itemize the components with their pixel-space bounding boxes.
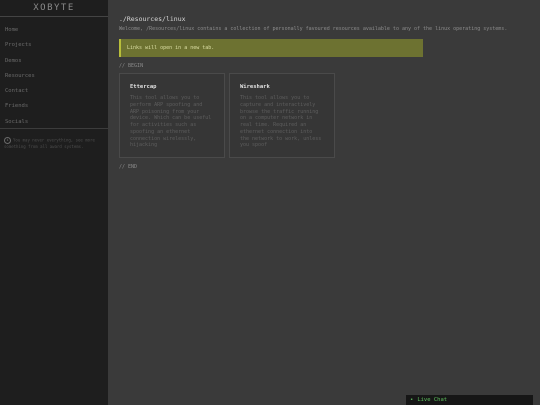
sidebar-item-demos[interactable]: Demos	[0, 54, 108, 69]
welcome-text: Welcome, /Resources/linux contains a col…	[119, 26, 508, 32]
sidebar: XOBYTE Home Projects Demos Resources Con…	[0, 0, 108, 405]
page-title: ./Resources/linux	[119, 15, 186, 23]
sidebar-item-home[interactable]: Home	[0, 23, 108, 38]
card-title: Wireshark	[240, 84, 270, 91]
end-marker: // END	[119, 164, 138, 171]
card-description: This tool allows you to capture and inte…	[240, 95, 322, 149]
info-icon: i	[4, 137, 11, 144]
sidebar-nav: Home Projects Demos Resources Contact Fr…	[0, 23, 108, 130]
sidebar-item-friends[interactable]: Friends	[0, 99, 108, 114]
sidebar-item-contact[interactable]: Contact	[0, 84, 108, 99]
site-logo[interactable]: XOBYTE	[0, 0, 108, 17]
info-alert: Links will open in a new tab.	[119, 39, 423, 58]
resource-cards: Ettercap This tool allows you to perform…	[119, 73, 531, 159]
sidebar-divider	[0, 128, 108, 129]
sidebar-note: i You may never everything, see more some…	[4, 137, 104, 150]
sidebar-item-projects[interactable]: Projects	[0, 38, 108, 53]
live-chat-label: Live Chat	[417, 397, 448, 403]
resource-card-wireshark[interactable]: Wireshark This tool allows you to captur…	[229, 73, 335, 159]
main-content: ./Resources/linux Welcome, /Resources/li…	[119, 14, 531, 171]
begin-marker: // BEGIN	[119, 63, 144, 70]
card-description: This tool allows you to perform ARP spoo…	[130, 95, 212, 149]
chat-dot-icon: •	[410, 397, 414, 403]
live-chat-button[interactable]: • Live Chat	[406, 395, 533, 405]
sidebar-note-text: You may never everything, see more somet…	[4, 137, 95, 150]
resource-card-ettercap[interactable]: Ettercap This tool allows you to perform…	[119, 73, 225, 159]
sidebar-item-resources[interactable]: Resources	[0, 69, 108, 84]
card-title: Ettercap	[130, 84, 157, 91]
